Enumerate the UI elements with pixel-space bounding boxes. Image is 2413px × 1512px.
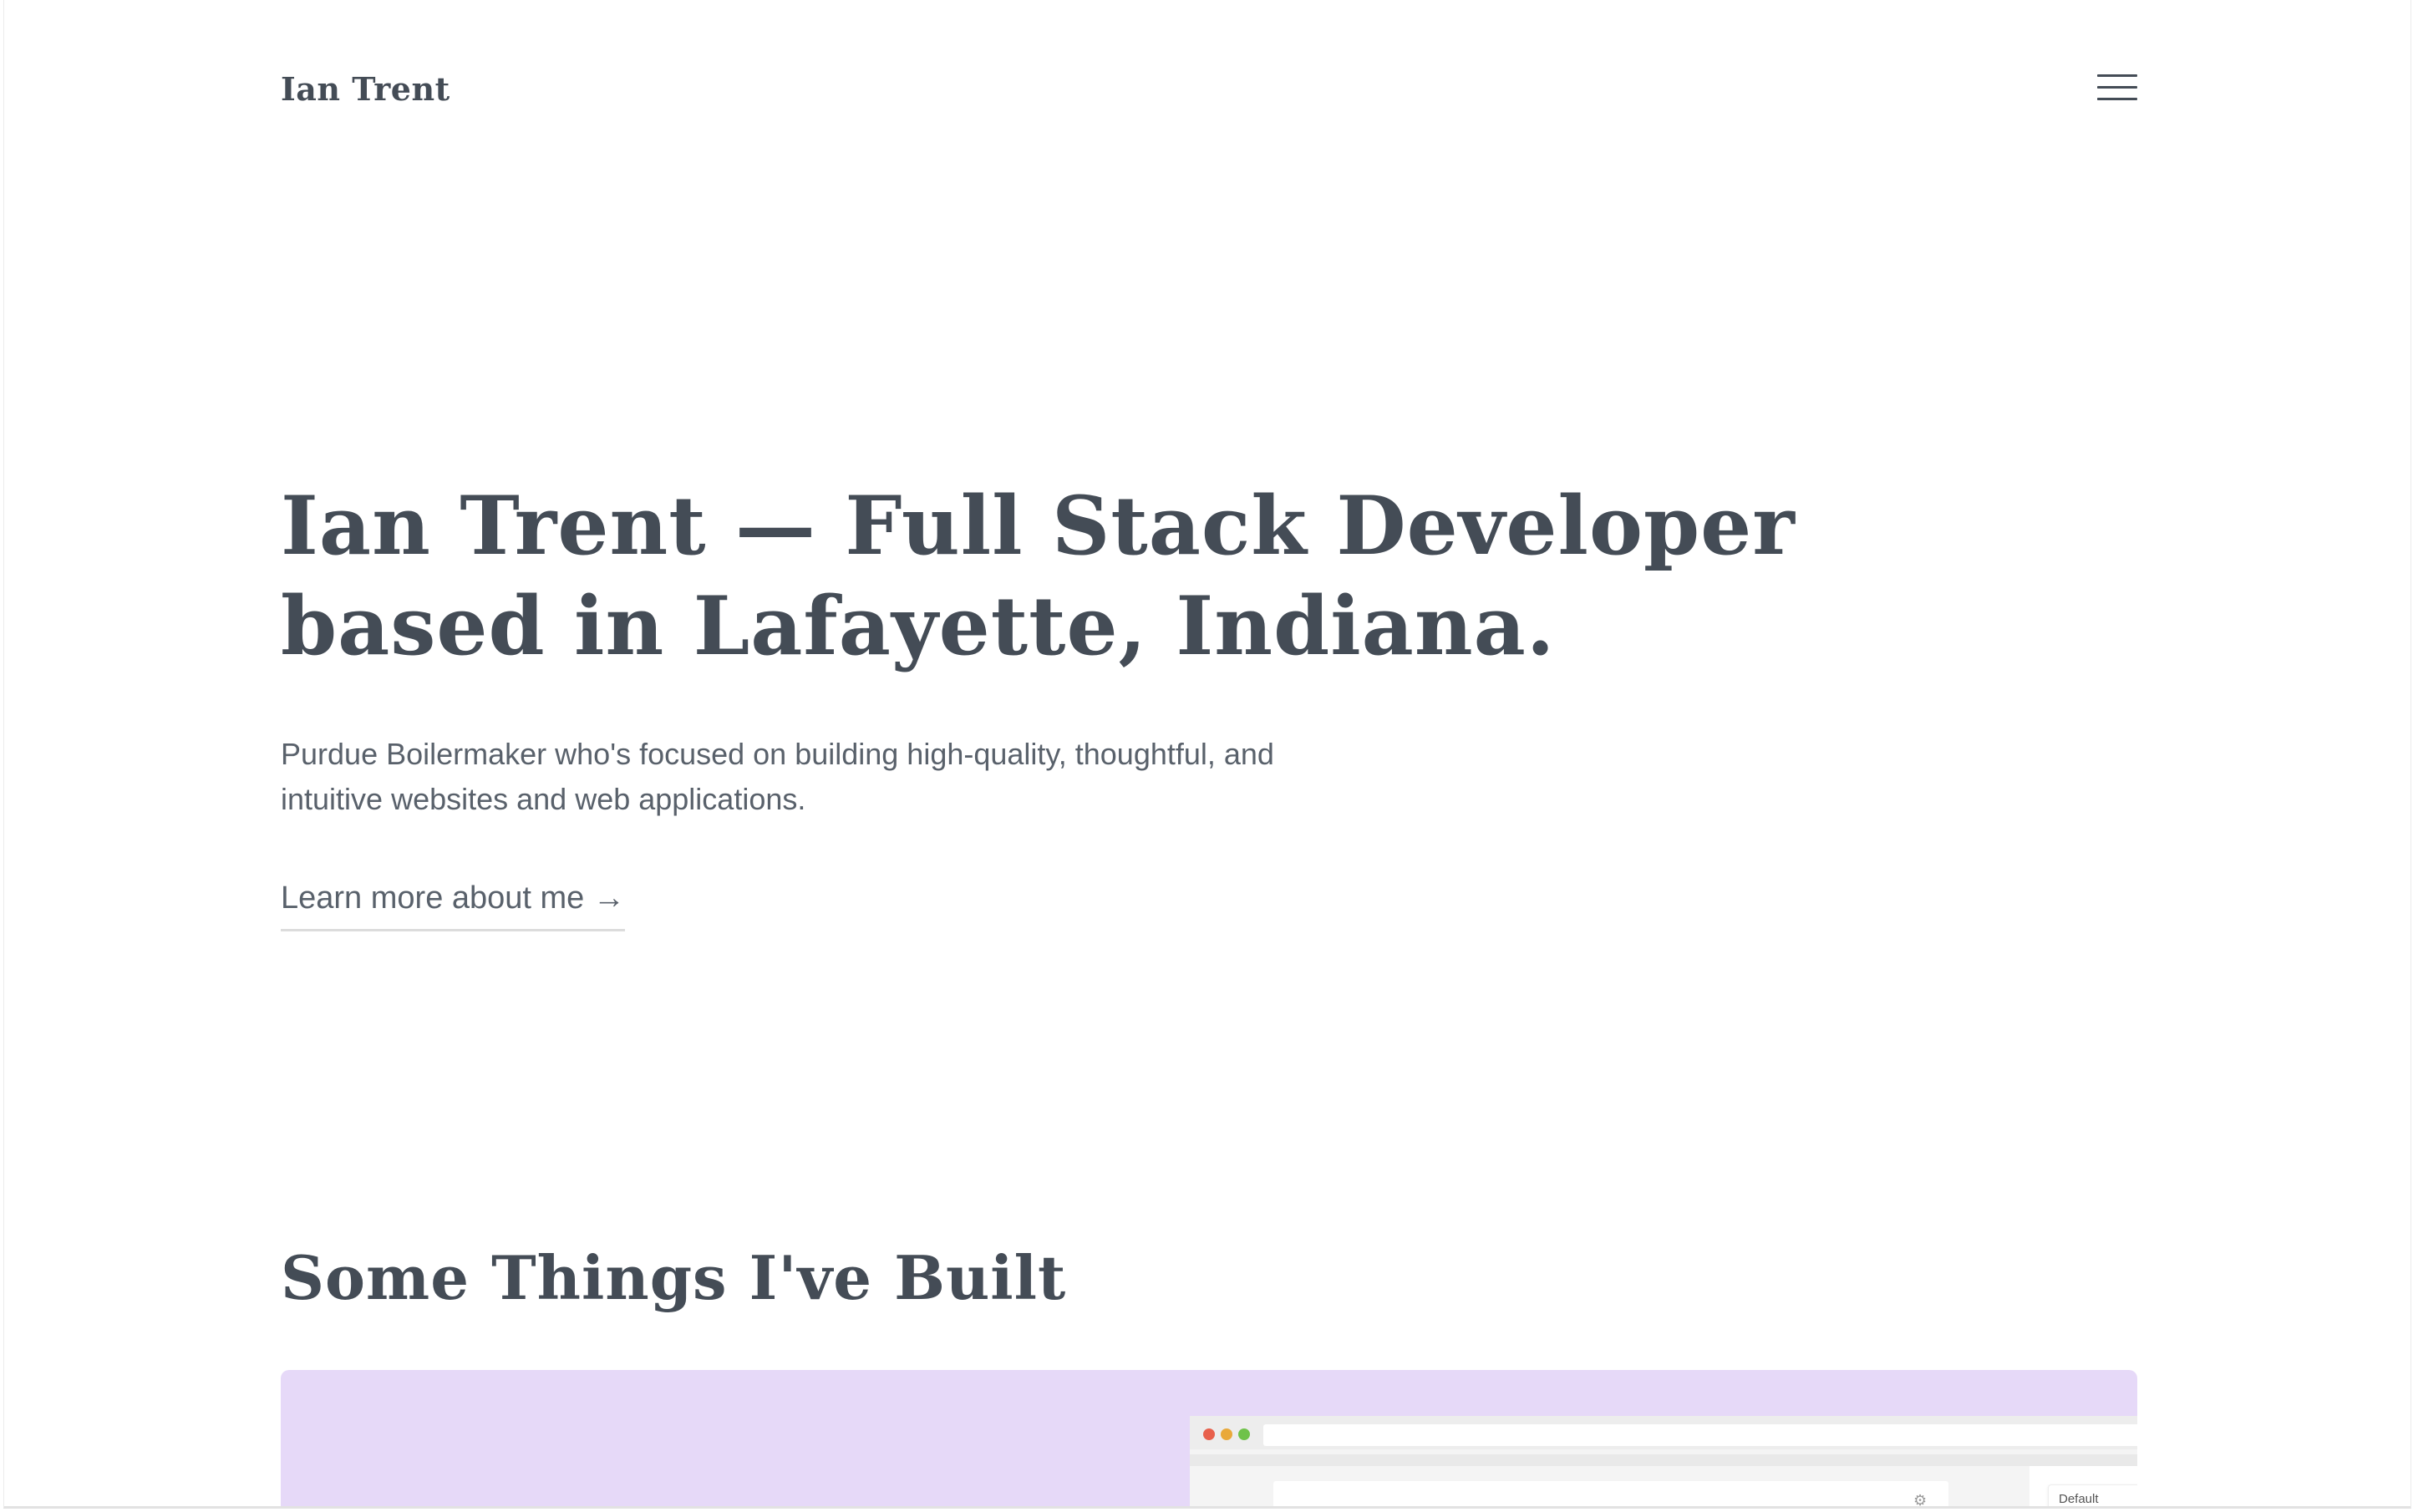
project-preview-window: ⚙ Default [1190,1416,2137,1509]
menu-bar-middle [2097,86,2137,89]
site-header: Ian Trent [281,65,2137,120]
learn-more-link[interactable]: Learn more about me → [281,875,625,931]
preview-toolbar-strip [1190,1454,2137,1466]
preview-side-panel: Default [2029,1466,2137,1506]
window-maximize-dot-icon [1238,1428,1250,1440]
project-card[interactable]: ⚙ Default [281,1370,2137,1509]
preview-browser-bar [1190,1416,2137,1449]
preview-dropdown: Default [2048,1484,2137,1506]
preview-search-box: ⚙ [1273,1481,1948,1509]
hero-subtitle: Purdue Boilermaker who's focused on buil… [281,737,1274,816]
hero-title: Ian Trent — Full Stack Developer based i… [281,479,1796,673]
page-frame: Ian Trent Ian Trent — Full Stack Develop… [3,0,2411,1509]
menu-bar-top [2097,74,2137,77]
window-close-dot-icon [1203,1428,1215,1440]
hamburger-menu-icon[interactable] [2097,73,2137,103]
site-logo[interactable]: Ian Trent [281,70,450,108]
preview-address-bar [1263,1424,2137,1446]
menu-bar-bottom [2097,98,2137,100]
projects-section-title: Some Things I've Built [281,1242,1067,1313]
window-minimize-dot-icon [1221,1428,1232,1440]
gear-icon: ⚙ [1913,1492,1928,1509]
